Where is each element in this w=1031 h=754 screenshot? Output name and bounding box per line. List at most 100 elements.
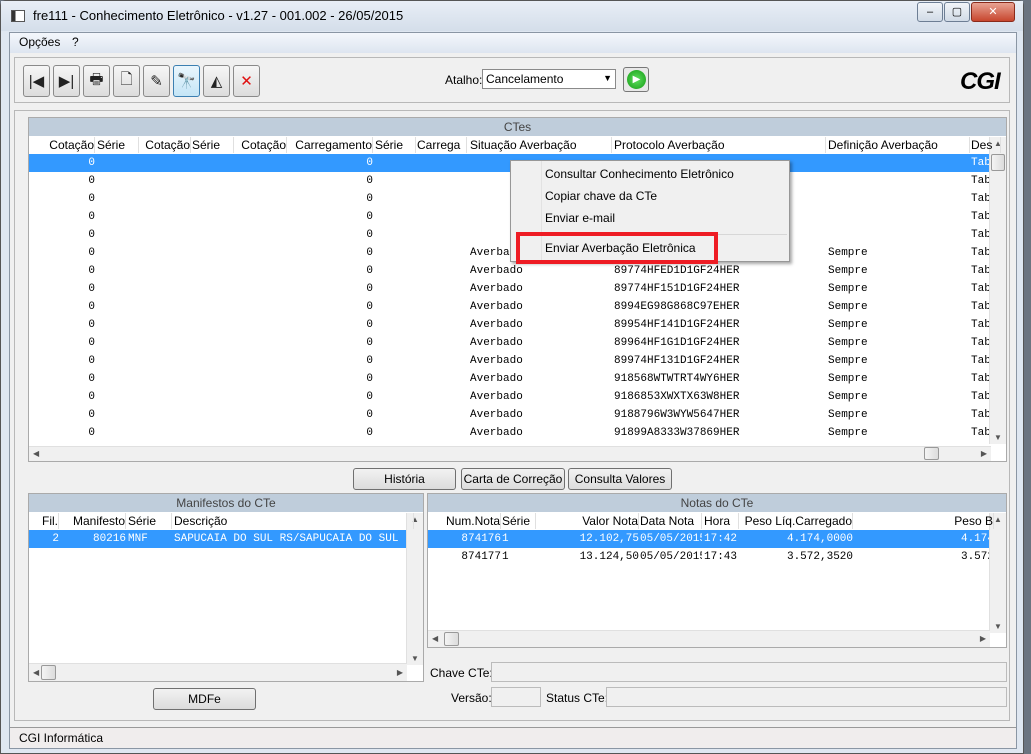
table-row[interactable]: 0 0 Averbado 89974HF131D1GF24HER Sempre Tab — [29, 352, 991, 370]
toolbar-button-delete[interactable]: ✕ — [233, 65, 260, 97]
scroll-left-icon[interactable]: ◀ — [33, 449, 39, 458]
column-header[interactable]: Série — [192, 137, 234, 153]
scroll-thumb[interactable] — [924, 447, 939, 460]
table-cell: 0 — [88, 229, 95, 241]
historia-button[interactable]: História — [353, 468, 456, 490]
menu-opcoes[interactable]: Opções — [15, 35, 64, 49]
column-header[interactable]: Série — [375, 137, 416, 153]
column-header[interactable]: Num.Nota — [428, 513, 501, 529]
table-cell — [417, 298, 467, 316]
table-cell: Sempre — [828, 427, 868, 439]
table-cell — [192, 298, 234, 316]
column-header[interactable]: Cotação — [139, 137, 191, 153]
column-header[interactable]: Série — [97, 137, 139, 153]
scroll-down-icon[interactable]: ▼ — [994, 433, 1002, 442]
manifestos-vertical-scrollbar[interactable]: ▲ ▼ — [406, 513, 423, 665]
scroll-right-icon[interactable]: ▶ — [980, 634, 986, 643]
versao-field[interactable] — [491, 687, 541, 707]
carta-correcao-button[interactable]: Carta de Correção — [461, 468, 565, 490]
column-header[interactable]: Manifesto — [60, 513, 126, 529]
column-header[interactable]: Situação Averbação — [470, 137, 612, 153]
table-row[interactable]: 0 0 Averbado 8994EG98G868C97EHER Sempre Tab — [29, 298, 991, 316]
table-row[interactable]: 0 0 Averbado 9188796W3WYW5647HER Sempre Tab — [29, 406, 991, 424]
table-row[interactable]: 0 0 Averbado 91899A8333W37869HER Sempre Tab — [29, 424, 991, 442]
table-row[interactable]: 0 0 Averbado 918568WTWTRT4WY6HER Sempre Tab — [29, 370, 991, 388]
toolbar-button-print[interactable]: 🖶 — [83, 65, 110, 97]
atalho-select[interactable]: Cancelamento ▼ — [482, 69, 616, 89]
table-row[interactable]: 874176 1 12.102,75 05/05/2015 17:42 4.174,000… — [428, 530, 990, 548]
column-header[interactable]: Peso B — [854, 513, 994, 529]
column-header[interactable]: Carregamento — [287, 137, 373, 153]
toolbar-button-first-record[interactable]: |◀ — [23, 65, 50, 97]
column-header[interactable]: Série — [128, 513, 172, 529]
table-row[interactable]: 2 80216 MNF SAPUCAIA DO SUL RS/SAPUCAIA DO … — [29, 530, 407, 548]
column-header[interactable]: Definição Averbação — [828, 137, 970, 153]
minimize-button[interactable]: ‒ — [917, 2, 943, 22]
table-row[interactable]: 0 0 Averbado 89964HF1G1D1GF24HER Sempre Tab — [29, 334, 991, 352]
table-cell: 0 — [88, 301, 95, 313]
table-row[interactable]: 0 0 Averbado 89954HF141D1GF24HER Sempre Tab — [29, 316, 991, 334]
toolbar-button-edit[interactable]: ✎ — [143, 65, 170, 97]
ctes-horizontal-scrollbar[interactable]: ◀ ▶ — [29, 446, 991, 461]
scroll-left-icon[interactable]: ◀ — [432, 634, 438, 643]
menu-item-consultar[interactable]: Consultar Conhecimento Eletrônico — [545, 167, 734, 181]
chave-cte-label: Chave CTe: — [430, 666, 493, 680]
toolbar-button-search[interactable]: 🔭 — [173, 65, 200, 97]
table-cell — [192, 190, 234, 208]
table-cell: Tab — [971, 391, 991, 403]
table-row[interactable]: 874177 1 13.124,50 05/05/2015 17:43 3.572,352… — [428, 548, 990, 566]
column-header[interactable]: Peso Líq.Carregado — [740, 513, 853, 529]
column-header[interactable]: Cotação — [234, 137, 287, 153]
column-header[interactable]: Valor Nota — [537, 513, 639, 529]
table-cell — [139, 262, 191, 280]
notas-vertical-scrollbar[interactable]: ▲ ▼ — [989, 513, 1006, 633]
toolbar-button-filter[interactable]: ◭ — [203, 65, 230, 97]
table-cell — [97, 172, 139, 190]
close-button[interactable]: ✕ — [971, 2, 1015, 22]
table-cell: 17:42 — [704, 533, 738, 545]
consulta-valores-button[interactable]: Consulta Valores — [568, 468, 672, 490]
scroll-down-icon[interactable]: ▼ — [994, 622, 1002, 631]
toolbar-button-new[interactable]: 🗋 — [113, 65, 140, 97]
mdfe-button[interactable]: MDFe — [153, 688, 256, 710]
maximize-button[interactable]: ▢ — [944, 2, 970, 22]
toolbar-button-last-record[interactable]: ▶| — [53, 65, 80, 97]
column-header[interactable]: Série — [502, 513, 536, 529]
table-cell: 0 — [366, 157, 373, 169]
scroll-thumb[interactable] — [991, 154, 1005, 171]
scroll-down-icon[interactable]: ▼ — [411, 654, 419, 663]
column-header[interactable]: Protocolo Averbação — [614, 137, 826, 153]
scroll-right-icon[interactable]: ▶ — [397, 668, 403, 677]
table-cell: Tab — [971, 337, 991, 349]
scroll-thumb[interactable] — [444, 632, 459, 646]
notas-horizontal-scrollbar[interactable]: ◀ ▶ — [428, 630, 990, 647]
table-row[interactable]: 0 0 Averbado 9186853XWXTX63W8HER Sempre Tab — [29, 388, 991, 406]
table-cell: 0 — [88, 427, 95, 439]
column-header[interactable]: Des — [971, 137, 1001, 153]
ctes-vertical-scrollbar[interactable]: ▲ ▼ — [989, 137, 1006, 444]
column-header[interactable]: Carrega — [417, 137, 467, 153]
go-button[interactable]: ▶ — [623, 67, 649, 92]
table-row[interactable]: 0 0 Averbado 89774HF151D1GF24HER Sempre Tab — [29, 280, 991, 298]
menu-item-copiar-chave[interactable]: Copiar chave da CTe — [545, 189, 657, 203]
table-cell: 0 — [366, 247, 373, 259]
print-icon: 🖶 — [89, 70, 104, 88]
column-header[interactable]: Descrição — [174, 513, 414, 529]
table-row[interactable]: 0 0 Averbado 89774HFED1D1GF24HER Sempre Tab — [29, 262, 991, 280]
menu-help[interactable]: ? — [68, 35, 83, 49]
status-cte-field[interactable] — [606, 687, 1007, 707]
column-header[interactable]: Data Nota — [640, 513, 702, 529]
table-cell — [234, 406, 287, 424]
manifestos-horizontal-scrollbar[interactable]: ◀ ▶ — [29, 663, 407, 681]
scroll-thumb[interactable] — [41, 665, 56, 680]
table-cell — [375, 298, 416, 316]
scroll-right-icon[interactable]: ▶ — [981, 449, 987, 458]
chave-cte-field[interactable] — [491, 662, 1007, 682]
column-header[interactable]: Cotação — [29, 137, 95, 153]
column-header[interactable]: Hora — [704, 513, 739, 529]
scroll-left-icon[interactable]: ◀ — [33, 668, 39, 677]
scroll-up-icon[interactable]: ▲ — [994, 515, 1002, 524]
table-cell — [139, 352, 191, 370]
menu-item-enviar-email[interactable]: Enviar e-mail — [545, 211, 615, 225]
column-header[interactable]: Fil. — [29, 513, 59, 529]
